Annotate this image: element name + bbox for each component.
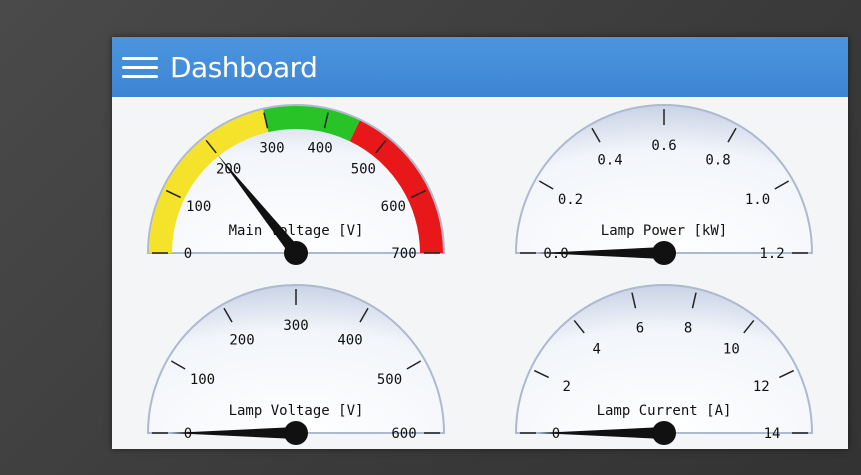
gauge-tick-label: 500 (377, 372, 402, 388)
lamp-power-gauge: 0.00.20.40.60.81.01.2Lamp Power [kW] (514, 104, 814, 265)
gauge-tick-label: 2 (562, 379, 570, 395)
gauge-tick-label: 0 (184, 246, 192, 262)
gauge-hub (652, 241, 676, 265)
gauge-label: Lamp Power [kW] (601, 223, 727, 239)
gauge-hub (284, 241, 308, 265)
hamburger-menu-icon[interactable] (122, 54, 158, 80)
page-title: Dashboard (170, 50, 318, 84)
gauge-tick-label: 400 (307, 141, 332, 157)
gauge-tick-label: 8 (684, 321, 692, 337)
gauge-tick-label: 14 (764, 426, 781, 442)
gauge-tick-label: 500 (351, 162, 376, 178)
header-bar: Dashboard (112, 37, 848, 97)
gauge-tick-label: 200 (229, 332, 254, 348)
gauge-tick-label: 100 (190, 372, 215, 388)
gauge-tick-label: 0.8 (705, 152, 730, 168)
gauge-tick-label: 300 (283, 318, 308, 334)
gauge-tick-label: 400 (337, 332, 362, 348)
gauge-tick-label: 1.0 (745, 192, 770, 208)
gauge-label: Lamp Voltage [V] (229, 403, 364, 419)
gauge-tick-label: 0.2 (558, 192, 583, 208)
gauge-tick-label: 0.6 (651, 138, 676, 154)
display-screen: Dashboard 0100200300400500600700Main Vol… (112, 37, 848, 449)
gauge-tick-label: 100 (186, 199, 211, 215)
gauge-label: Lamp Current [A] (597, 403, 732, 419)
lamp-voltage-gauge: 0 100 200 300 400 500 600 Lamp Voltage [V] (146, 284, 446, 445)
gauge-tick-label: 12 (753, 379, 770, 395)
main-voltage-gauge: 0100200300400500600700Main Voltage [V] (146, 104, 446, 265)
gauge-tick-label: 600 (381, 199, 406, 215)
lamp-current-gauge: 0 2 4 6 8 10 12 14 Lamp Current [A] (514, 284, 814, 445)
gauge-tick-label: 6 (636, 321, 644, 337)
gauge-tick-label: 0 (184, 426, 192, 442)
gauge-tick-label: 0 (552, 426, 560, 442)
gauge-tick-label: 300 (259, 141, 284, 157)
gauge-tick-label: 0.4 (597, 152, 622, 168)
gauge-tick-label: 700 (391, 246, 416, 262)
gauge-label: Main Voltage [V] (229, 223, 364, 239)
gauge-tick-label: 1.2 (759, 246, 784, 262)
gauge-hub (284, 421, 308, 445)
gauge-tick-label: 10 (723, 342, 740, 358)
gauge-tick-label: 4 (592, 342, 600, 358)
gauge-tick-label: 600 (391, 426, 416, 442)
gauge-hub (652, 421, 676, 445)
